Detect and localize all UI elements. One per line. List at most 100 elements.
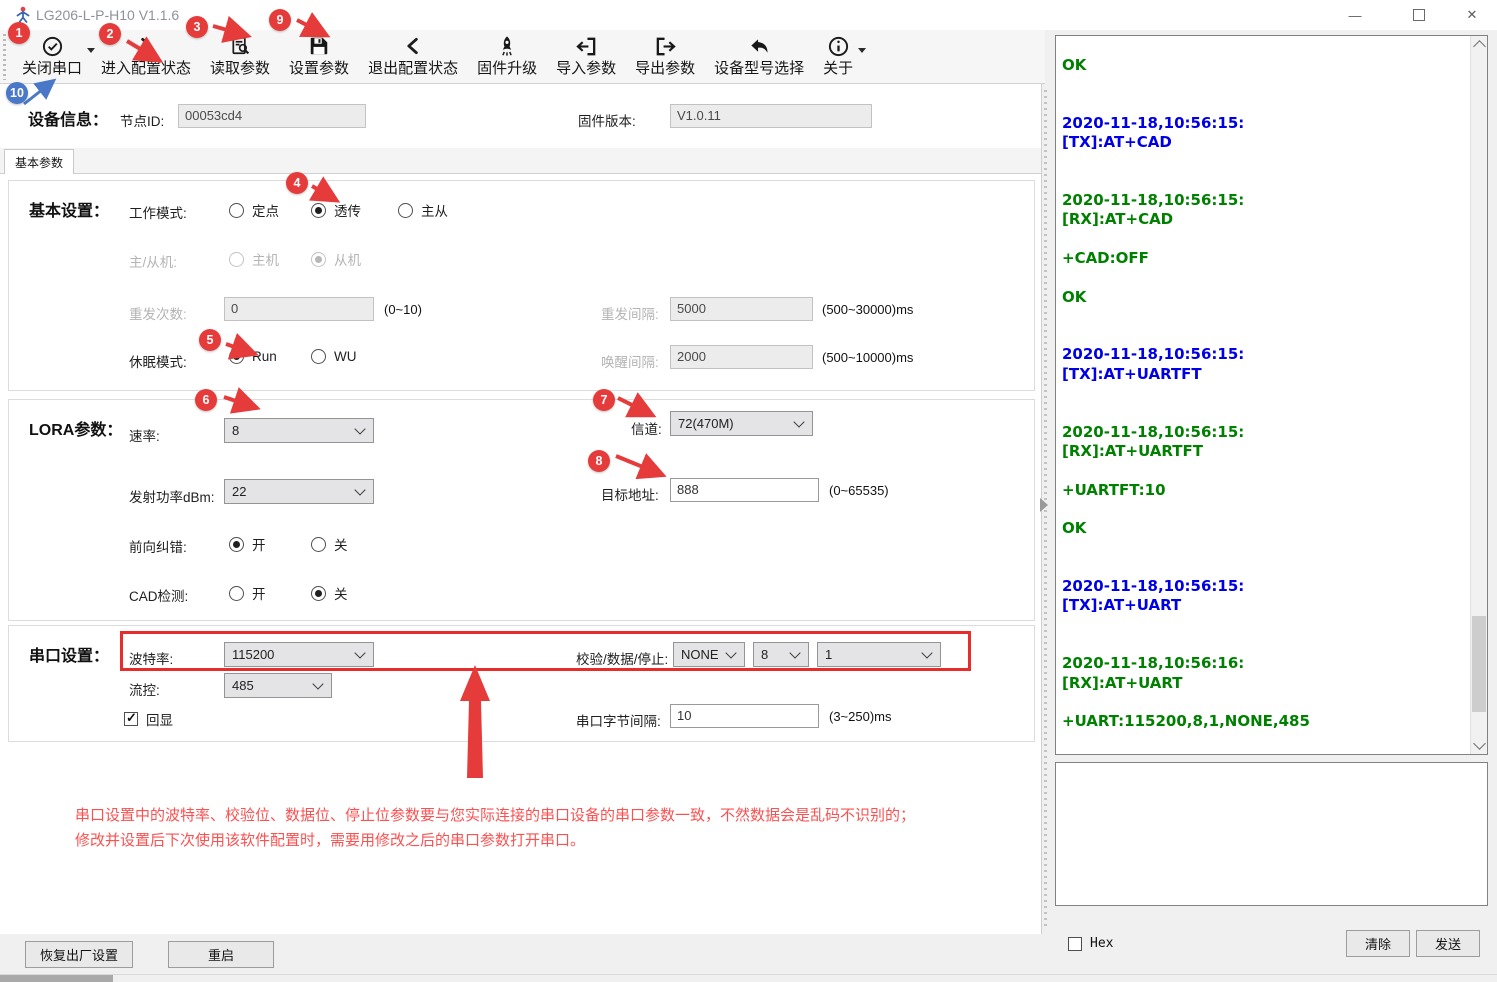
parity-data-stop-label: 校验/数据/停止: (576, 648, 668, 668)
data-bits-select[interactable]: 8 (753, 642, 809, 667)
toolbar-item-read-params[interactable]: 读取参数 (210, 30, 270, 79)
radio-cad-on[interactable]: 开 (229, 583, 266, 603)
log-line: 2020-11-18,10:56:15: (1062, 577, 1465, 596)
radio-work-mode-transparent[interactable]: 透传 (311, 200, 361, 220)
byte-interval-label: 串口字节间隔: (576, 710, 661, 730)
log-line: [TX]:AT+CAD (1062, 133, 1465, 152)
channel-value: 72(470M) (678, 416, 734, 431)
scroll-down-icon[interactable] (1473, 737, 1486, 750)
chevron-left-icon (403, 33, 423, 59)
radio-fec-on[interactable]: 开 (229, 534, 266, 554)
byte-interval-field[interactable]: 10 (670, 704, 819, 728)
wake-interval-field[interactable]: 2000 (670, 345, 813, 369)
warning-line-1: 串口设置中的波特率、校验位、数据位、停止位参数要与您实际连接的串口设备的串口参数… (75, 804, 915, 825)
chevron-down-icon (354, 423, 365, 434)
toolbar-item-label: 设置参数 (289, 59, 349, 79)
log-line (1062, 384, 1465, 403)
circle-check-icon (41, 33, 64, 59)
tx-power-label: 发射功率dBm: (129, 486, 215, 506)
parity-select[interactable]: NONE (673, 642, 745, 667)
log-line (1062, 693, 1465, 712)
scroll-up-icon[interactable] (1473, 40, 1486, 53)
radio-work-mode-master-slave[interactable]: 主从 (398, 200, 448, 220)
echo-checkbox-row[interactable]: 回显 (124, 709, 173, 729)
toolbar-item-set-params[interactable]: 设置参数 (289, 30, 349, 79)
radio-work-mode-fixed[interactable]: 定点 (229, 200, 279, 220)
stop-bits-value: 1 (825, 647, 832, 662)
resend-interval-field[interactable]: 5000 (670, 297, 813, 321)
toolbar-item-label: 设备型号选择 (714, 59, 804, 79)
toolbar-gripper[interactable] (3, 34, 6, 80)
radio-fec-off[interactable]: 关 (311, 534, 348, 554)
firmware-field[interactable]: V1.0.11 (670, 104, 872, 128)
save-icon (308, 33, 330, 59)
toolbar-item-device-model[interactable]: 设备型号选择 (714, 30, 804, 79)
radio-label: 定点 (252, 200, 279, 220)
undo-icon (748, 33, 771, 59)
log-line (1062, 731, 1465, 750)
send-input[interactable] (1055, 762, 1488, 906)
toolbar-item-import-params[interactable]: 导入参数 (556, 30, 616, 79)
basic-settings-title: 基本设置： (29, 197, 109, 221)
maximize-button[interactable] (1396, 0, 1442, 30)
clear-button[interactable]: 清除 (1346, 930, 1410, 957)
dropdown-caret-icon[interactable] (87, 48, 95, 53)
toolbar-item-about[interactable]: 关于 (823, 30, 853, 79)
toolbar-item-label: 退出配置状态 (368, 59, 458, 79)
radio-cad-off[interactable]: 关 (311, 583, 348, 603)
log-line: [RX]:AT+UARTFT (1062, 442, 1465, 461)
chevron-right-icon (136, 33, 156, 59)
radio-label: 透传 (334, 200, 361, 220)
channel-select[interactable]: 72(470M) (670, 411, 813, 436)
toolbar-item-close-serial[interactable]: 关闭串口 (22, 30, 82, 79)
factory-reset-button[interactable]: 恢复出厂设置 (25, 941, 133, 968)
close-button[interactable]: ✕ (1449, 0, 1495, 30)
splitter-collapse-handle[interactable] (1040, 498, 1048, 512)
restart-button[interactable]: 重启 (168, 941, 274, 968)
log-line (1062, 152, 1465, 171)
tab-basic-params[interactable]: 基本参数 (4, 149, 74, 174)
scrollbar-thumb[interactable] (1472, 616, 1486, 712)
radio-dot (398, 203, 413, 218)
baud-select[interactable]: 115200 (224, 642, 374, 667)
sleep-mode-label: 休眠模式: (129, 351, 187, 371)
send-button[interactable]: 发送 (1416, 930, 1480, 957)
tx-power-select[interactable]: 22 (224, 479, 374, 504)
radio-master[interactable]: 主机 (229, 249, 279, 269)
log-line: 2020-11-18,10:56:15: (1062, 114, 1465, 133)
echo-checkbox[interactable] (124, 712, 138, 726)
log-line (1062, 500, 1465, 519)
toolbar-item-firmware-upgrade[interactable]: 固件升级 (477, 30, 537, 79)
export-icon (654, 33, 677, 59)
radio-sleep-run[interactable]: Run (229, 349, 277, 364)
target-addr-label: 目标地址: (601, 484, 659, 504)
log-line: OK (1062, 751, 1465, 755)
dropdown-caret-icon[interactable] (858, 48, 866, 53)
log-scrollbar[interactable] (1470, 36, 1487, 754)
info-icon (827, 33, 850, 59)
hex-checkbox[interactable] (1068, 937, 1082, 951)
log-line: [RX]:AT+CAD (1062, 210, 1465, 229)
toolbar-item-enter-config[interactable]: 进入配置状态 (101, 30, 191, 79)
stop-bits-select[interactable]: 1 (817, 642, 941, 667)
hex-checkbox-row[interactable]: Hex (1068, 936, 1113, 951)
rate-select[interactable]: 8 (224, 418, 374, 443)
target-addr-field[interactable]: 888 (670, 478, 819, 502)
horizontal-scrollbar[interactable] (0, 974, 1497, 982)
radio-sleep-wu[interactable]: WU (311, 349, 357, 364)
node-id-field[interactable]: 00053cd4 (178, 104, 366, 128)
toolbar-item-export-params[interactable]: 导出参数 (635, 30, 695, 79)
flow-select[interactable]: 485 (224, 673, 332, 698)
toolbar-item-exit-config[interactable]: 退出配置状态 (368, 30, 458, 79)
minimize-button[interactable]: — (1332, 0, 1378, 30)
chevron-down-icon (354, 647, 365, 658)
chevron-down-icon (725, 647, 736, 658)
resend-count-field[interactable]: 0 (224, 297, 374, 321)
hscrollbar-thumb[interactable] (0, 975, 113, 982)
config-panel: 设备信息： 节点ID: 00053cd4 固件版本: V1.0.11 基本参数 … (0, 84, 1042, 934)
data-bits-value: 8 (761, 647, 768, 662)
radio-slave[interactable]: 从机 (311, 249, 361, 269)
serial-settings-title: 串口设置： (29, 642, 109, 666)
baud-label: 波特率: (129, 648, 173, 668)
radio-dot (311, 203, 326, 218)
